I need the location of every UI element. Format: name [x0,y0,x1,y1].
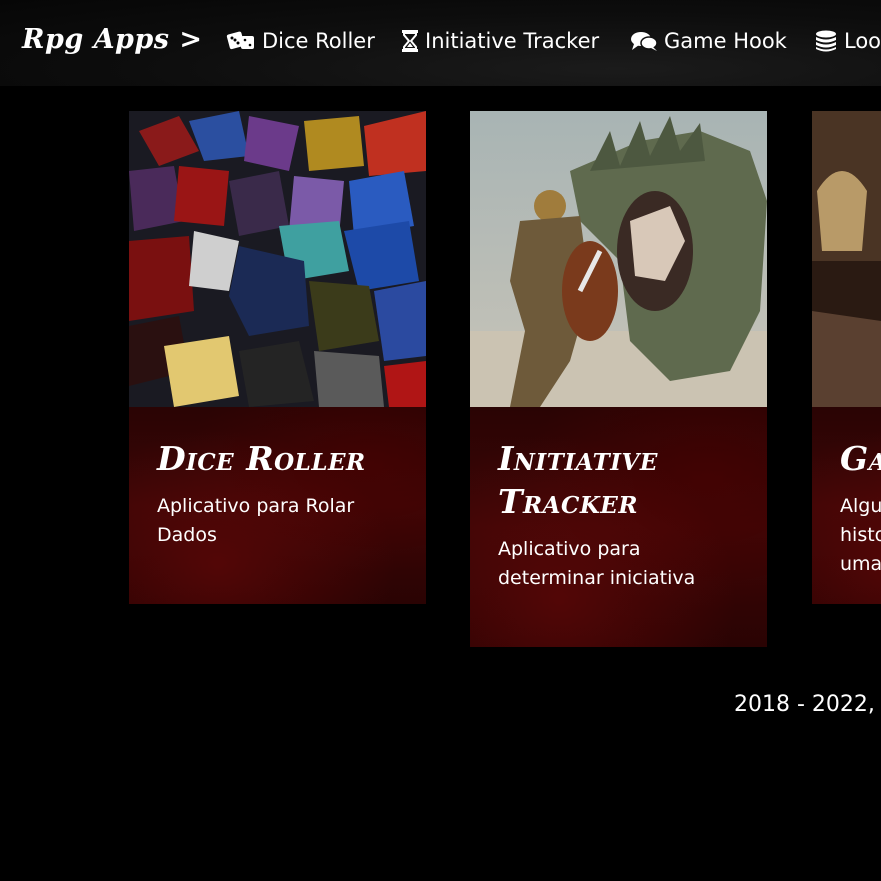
knight-vs-dragon-illustration [470,111,767,407]
card-game-hook[interactable]: Ga Algu histo uma [812,111,881,604]
card-description: Aplicativo para determinar iniciativa [498,538,696,589]
footer-copyright: 2018 - 2022, [734,692,875,717]
card-body: Dice Roller Aplicativo para Rolar Dados [129,407,426,604]
nav-label: Dice Roller [262,29,375,53]
coins-icon [814,29,838,53]
dice-icon [226,29,256,53]
card-title: Ga [840,439,881,478]
hourglass-icon [401,29,419,53]
card-body: Ga Algu histo uma [812,407,881,604]
tavern-photo [812,111,881,407]
nav-label: Game Hook [664,29,787,53]
nav-game-hook[interactable]: Game Hook [630,29,787,53]
card-dice-roller[interactable]: Dice Roller Aplicativo para Rolar Dados [129,111,426,604]
top-navbar: Rpg Apps > Dice Roller Initiative Tracke… [0,0,881,86]
card-description: Aplicativo para Rolar Dados [157,495,355,546]
card-body: Initiative Tracker Aplicativo para deter… [470,407,767,647]
nav-label: Initiative Tracker [425,29,600,53]
nav-label: Loo [844,29,881,53]
brand-link[interactable]: Rpg Apps > [22,24,203,55]
nav-dice-roller[interactable]: Dice Roller [226,29,375,53]
comments-icon [630,29,658,53]
nav-loot[interactable]: Loo [814,29,881,53]
dice-photo [129,111,426,407]
card-description: Algu histo uma [840,495,881,575]
card-initiative-tracker[interactable]: Initiative Tracker Aplicativo para deter… [470,111,767,647]
card-title: Dice Roller [157,439,366,478]
nav-initiative-tracker[interactable]: Initiative Tracker [401,29,599,53]
card-title: Initiative Tracker [498,439,658,521]
